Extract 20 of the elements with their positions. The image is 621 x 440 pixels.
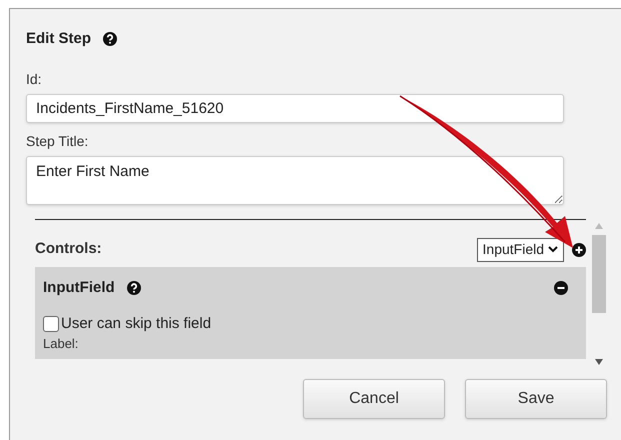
field-label: Label: bbox=[43, 337, 80, 351]
checkbox-label: User can skip this field bbox=[61, 314, 212, 334]
control-type-dropdown[interactable]: InputField bbox=[476, 238, 564, 262]
cancel-button[interactable]: Cancel bbox=[303, 379, 445, 419]
control-title: InputField bbox=[43, 278, 115, 298]
scroll-down-icon[interactable] bbox=[595, 359, 603, 365]
controls-label: Controls: bbox=[35, 239, 102, 260]
scrollbar-thumb[interactable] bbox=[592, 235, 606, 313]
remove-icon[interactable] bbox=[554, 281, 568, 296]
dialog-title: Edit Step bbox=[26, 28, 92, 49]
help-icon[interactable] bbox=[126, 281, 141, 296]
save-button[interactable]: Save bbox=[465, 379, 607, 419]
add-icon[interactable] bbox=[572, 242, 586, 256]
field-label: Id: bbox=[26, 70, 43, 89]
skip-checkbox[interactable] bbox=[43, 316, 59, 332]
step-title-field[interactable]: Enter First Name bbox=[26, 156, 564, 205]
help-icon[interactable] bbox=[103, 32, 118, 46]
id-field[interactable]: Incidents_FirstName_51620 bbox=[26, 94, 564, 123]
field-label: Step Title: bbox=[26, 132, 90, 151]
caret-icon bbox=[548, 246, 558, 253]
